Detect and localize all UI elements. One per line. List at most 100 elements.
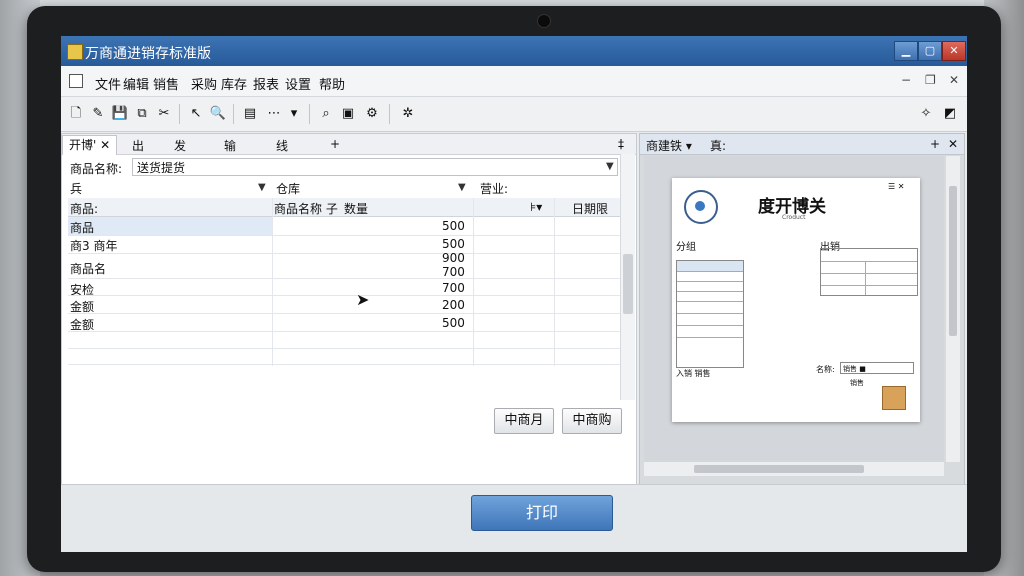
table-row[interactable]: 商品 <box>70 219 94 236</box>
footer-left-text: 入销 销售 <box>676 369 711 378</box>
selected-row-highlight <box>68 217 272 235</box>
toolbar-separator <box>233 104 234 124</box>
preview-tab-row: 商建铁 ▾ 真: + ✕ <box>640 134 964 155</box>
chevron-down-icon[interactable]: ▼ <box>458 182 466 193</box>
left-preview-table <box>676 260 744 368</box>
scrollbar-thumb[interactable] <box>623 254 633 314</box>
table-vline <box>865 261 866 295</box>
preview-tab-2[interactable]: 真: <box>710 137 726 154</box>
grid-header-cell[interactable]: 商品: <box>70 200 98 217</box>
preview-horizontal-scrollbar[interactable] <box>644 462 944 476</box>
more-icon[interactable]: ⋯ <box>265 105 283 123</box>
maximize-button[interactable]: ▢ <box>918 41 942 61</box>
pin-icon[interactable]: ✧ <box>917 105 935 123</box>
tab-5[interactable]: 线 <box>276 137 288 154</box>
grid-line <box>68 348 621 349</box>
grid-line <box>68 295 621 296</box>
chevron-down-icon[interactable]: ▼ <box>606 161 614 172</box>
tab-3[interactable]: 发 <box>174 137 186 154</box>
preview-icon[interactable]: ▣ <box>339 105 357 123</box>
edit-icon[interactable]: ✎ <box>89 105 107 123</box>
table-cell-value[interactable]: 200 <box>442 298 465 312</box>
tools-icon[interactable]: ✂ <box>155 105 173 123</box>
print-button[interactable]: 打印 <box>471 495 613 531</box>
float-icon[interactable]: ◩ <box>941 105 959 123</box>
table-cell-value[interactable]: 700 <box>442 281 465 295</box>
webcam <box>537 14 551 28</box>
tab-active[interactable]: 开博' ✕ <box>62 135 118 155</box>
table-line <box>677 325 743 326</box>
tab-4[interactable]: 输 <box>224 137 236 154</box>
table-cell-value[interactable]: 900 <box>442 251 465 265</box>
preview-tab[interactable]: 商建铁 ▾ <box>646 137 692 154</box>
table-cell-value[interactable]: 500 <box>442 219 465 233</box>
menu-settings[interactable]: 设置 <box>285 74 311 93</box>
tab-2[interactable]: 出 <box>132 137 144 154</box>
layout-icon[interactable]: ▤ <box>241 105 259 123</box>
scrollbar-thumb[interactable] <box>949 186 957 336</box>
mdi-close-icon[interactable]: ✕ <box>949 73 959 87</box>
search-icon[interactable]: ⌕ <box>317 105 335 123</box>
mouse-cursor-icon: ➤ <box>356 290 370 309</box>
grid-vline <box>554 198 555 366</box>
table-cell-value[interactable]: 700 <box>442 265 465 279</box>
cursor-icon[interactable]: ↖ <box>187 105 205 123</box>
menu-inventory[interactable]: 库存 <box>221 74 247 93</box>
grid-scrollbar[interactable] <box>620 154 635 400</box>
menu-report[interactable]: 报表 <box>253 74 279 93</box>
app-icon <box>67 44 83 60</box>
mdi-restore-icon[interactable]: ❐ <box>925 73 936 87</box>
product-name-dropdown[interactable]: 送货提货 <box>132 158 618 176</box>
new-icon[interactable]: 🗋 <box>67 105 85 123</box>
plugin-icon[interactable]: ✲ <box>399 105 417 123</box>
panel-close-icon[interactable]: ‡ <box>618 137 624 151</box>
menu-edit[interactable]: 编辑 <box>123 74 149 93</box>
toolbar-separator <box>309 104 310 124</box>
grid-header-cell[interactable]: 数量 <box>344 200 368 217</box>
order-panel: 开博' ✕ 出 发 输 线 + ‡ 商品名称: 送货提货 ▼ 兵 ▼ 仓库 ▼ … <box>61 133 637 485</box>
page-controls-icon[interactable]: ☰ ✕ <box>888 182 904 191</box>
package-icon <box>882 386 906 410</box>
table-line <box>677 301 743 302</box>
monitor-bezel: 万商通进销存标准版 ▁ ▢ ✕ 文件 编辑 销售 采购 库存 报表 设置 帮助 … <box>27 6 1001 572</box>
save-icon[interactable]: 💾 <box>111 105 129 123</box>
row2-label-a: 兵 <box>70 182 83 196</box>
business-label: 营业: <box>480 182 509 196</box>
copy-icon[interactable]: ⧉ <box>133 105 151 123</box>
menu-help[interactable]: 帮助 <box>319 74 345 93</box>
right-action-button[interactable]: 中商购 <box>562 408 622 434</box>
menu-sales[interactable]: 销售 <box>153 74 179 93</box>
close-button[interactable]: ✕ <box>942 41 966 61</box>
menu-file[interactable]: 文件 <box>95 74 121 93</box>
document-icon[interactable] <box>69 74 83 88</box>
mdi-minimize-icon[interactable]: − <box>901 73 911 87</box>
screen: 万商通进销存标准版 ▁ ▢ ✕ 文件 编辑 销售 采购 库存 报表 设置 帮助 … <box>61 36 967 552</box>
table-line <box>821 285 917 286</box>
chevron-down-icon[interactable]: ▾ <box>285 105 303 123</box>
tab-add-icon[interactable]: + <box>330 137 340 151</box>
table-cell-value[interactable]: 500 <box>442 316 465 330</box>
minimize-button[interactable]: ▁ <box>894 41 918 61</box>
scrollbar-thumb[interactable] <box>694 465 864 473</box>
grid-header-cell[interactable]: 商品名称 子 <box>274 200 338 217</box>
warehouse-label: 仓库 <box>276 182 301 196</box>
grid-line <box>68 331 621 332</box>
panel-tab-row: 开博' ✕ 出 发 输 线 + ‡ <box>62 134 636 155</box>
filter-icon[interactable]: ⊧▾ <box>530 200 542 214</box>
menu-purchase[interactable]: 采购 <box>191 74 217 93</box>
pin-icon[interactable]: + <box>930 137 940 151</box>
table-row[interactable]: 商3 商年 <box>70 237 117 254</box>
highlight-row <box>677 261 743 271</box>
window-title: 万商通进销存标准版 <box>85 46 211 62</box>
grid-header-cell[interactable]: 日期限 <box>572 200 608 217</box>
table-line <box>821 261 917 262</box>
preview-vertical-scrollbar[interactable] <box>946 156 960 462</box>
left-action-button[interactable]: 中商月 <box>494 408 554 434</box>
close-icon[interactable]: ✕ <box>948 137 958 151</box>
table-row[interactable]: 商品名 <box>70 260 106 277</box>
chevron-down-icon[interactable]: ▼ <box>258 182 266 193</box>
table-cell-value[interactable]: 500 <box>442 237 465 251</box>
menu-bar: 文件 编辑 销售 采购 库存 报表 设置 帮助 − ❐ ✕ <box>61 66 967 97</box>
settings-icon[interactable]: ⚙ <box>363 105 381 123</box>
zoom-icon[interactable]: 🔍 <box>209 105 227 123</box>
